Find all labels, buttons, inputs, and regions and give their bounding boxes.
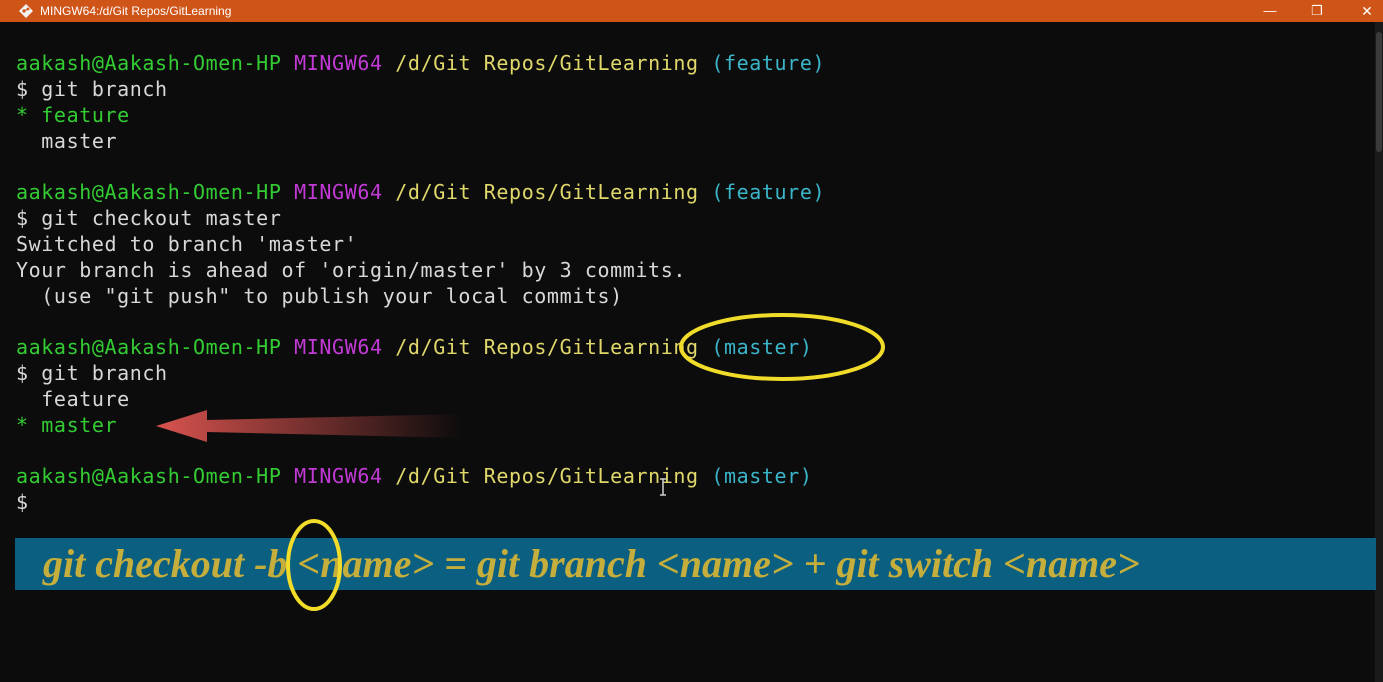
output-line: Your branch is ahead of 'origin/master' … bbox=[16, 258, 686, 282]
prompt-path: /d/Git Repos/GitLearning bbox=[395, 180, 699, 204]
branch-list-item-current: * feature bbox=[16, 103, 130, 127]
prompt-path: /d/Git Repos/GitLearning bbox=[395, 464, 699, 488]
command-line: $ git branch bbox=[16, 361, 168, 385]
prompt-user: aakash@Aakash-Omen-HP bbox=[16, 335, 282, 359]
prompt-user: aakash@Aakash-Omen-HP bbox=[16, 51, 282, 75]
minimize-button[interactable]: — bbox=[1248, 0, 1292, 22]
window-titlebar: MINGW64:/d/Git Repos/GitLearning — ❐ ✕ bbox=[0, 0, 1383, 22]
prompt-branch: (master) bbox=[711, 464, 813, 488]
close-button[interactable]: ✕ bbox=[1345, 0, 1383, 22]
prompt-user: aakash@Aakash-Omen-HP bbox=[16, 464, 282, 488]
window-title: MINGW64:/d/Git Repos/GitLearning bbox=[40, 4, 232, 18]
caption-banner: git checkout -b <name> = git branch <nam… bbox=[15, 538, 1376, 590]
maximize-button[interactable]: ❐ bbox=[1295, 0, 1339, 22]
prompt-line: aakash@Aakash-Omen-HP MINGW64 /d/Git Rep… bbox=[16, 334, 812, 360]
prompt-branch: (feature) bbox=[711, 51, 826, 75]
prompt-user: aakash@Aakash-Omen-HP bbox=[16, 180, 282, 204]
output-line: Switched to branch 'master' bbox=[16, 232, 358, 256]
branch-list-item: master bbox=[16, 129, 118, 153]
prompt-line: aakash@Aakash-Omen-HP MINGW64 /d/Git Rep… bbox=[16, 179, 825, 205]
vertical-scrollbar[interactable] bbox=[1375, 22, 1383, 682]
text-cursor-icon bbox=[660, 478, 666, 496]
branch-list-item-current: * master bbox=[16, 413, 118, 437]
git-bash-icon bbox=[19, 4, 33, 18]
prompt-line: aakash@Aakash-Omen-HP MINGW64 /d/Git Rep… bbox=[16, 463, 812, 489]
prompt-shell: MINGW64 bbox=[294, 180, 383, 204]
prompt-branch: (master) bbox=[711, 335, 813, 359]
scrollbar-thumb[interactable] bbox=[1376, 32, 1382, 152]
command-line: $ git branch bbox=[16, 77, 168, 101]
prompt-shell: MINGW64 bbox=[294, 464, 383, 488]
prompt-branch: (feature) bbox=[711, 180, 826, 204]
prompt-path: /d/Git Repos/GitLearning bbox=[395, 335, 699, 359]
prompt-line: aakash@Aakash-Omen-HP MINGW64 /d/Git Rep… bbox=[16, 50, 825, 76]
prompt-shell: MINGW64 bbox=[294, 51, 383, 75]
command-prompt-input[interactable]: $ bbox=[16, 489, 29, 515]
command-line: $ git checkout master bbox=[16, 206, 282, 230]
prompt-path: /d/Git Repos/GitLearning bbox=[395, 51, 699, 75]
prompt-shell: MINGW64 bbox=[294, 335, 383, 359]
branch-list-item: feature bbox=[16, 387, 130, 411]
output-line: (use "git push" to publish your local co… bbox=[16, 284, 623, 308]
caption-text: git checkout -b <name> = git branch <nam… bbox=[43, 541, 1140, 586]
